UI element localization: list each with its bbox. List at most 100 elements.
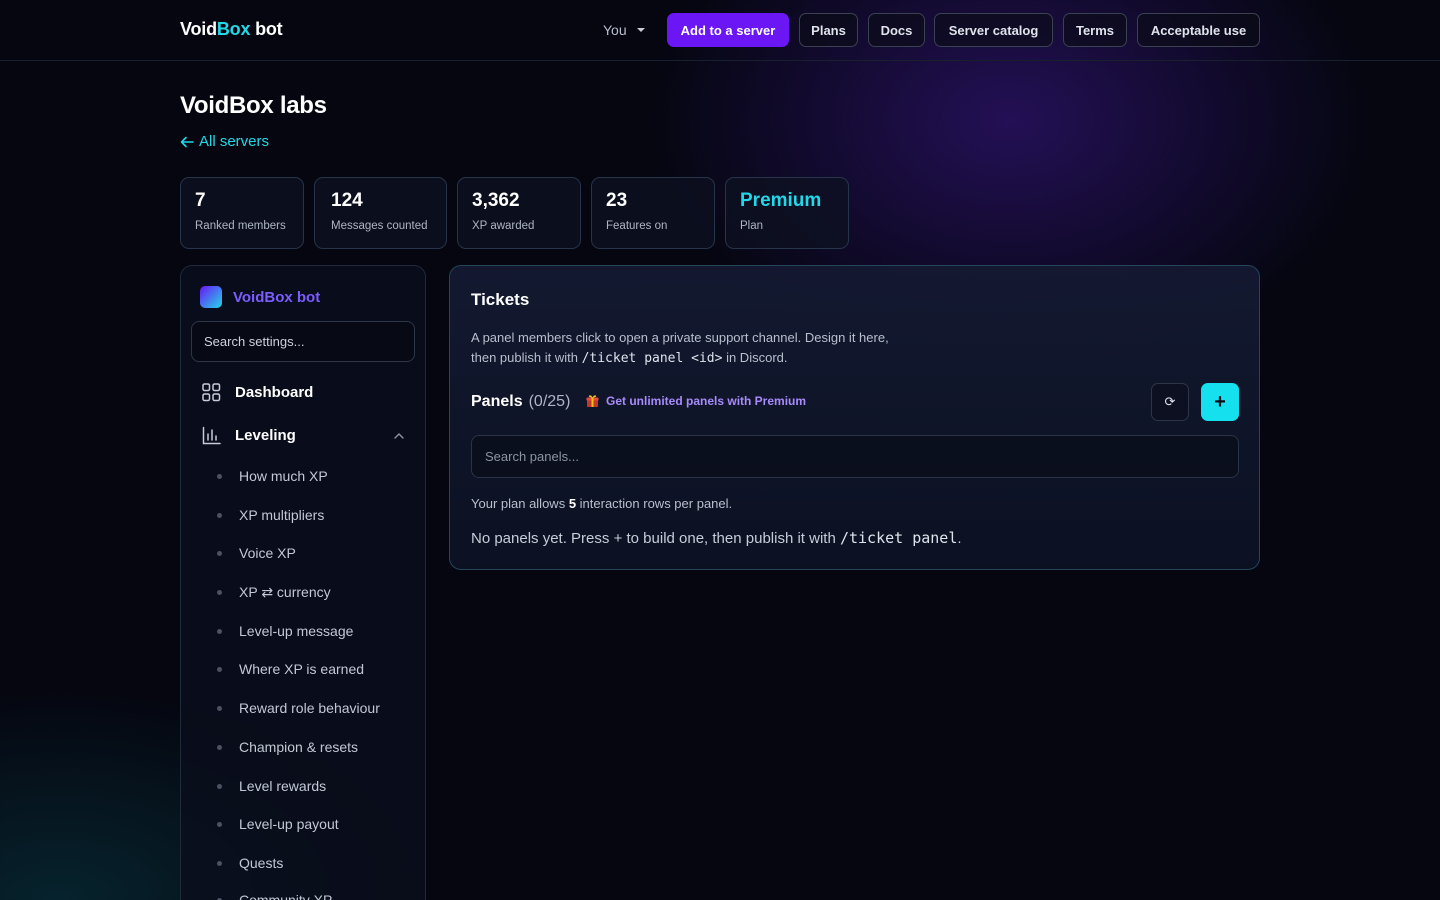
empty-state-text: No panels yet. Press + to build one, the… — [471, 529, 962, 547]
terms-button[interactable]: Terms — [1063, 13, 1127, 47]
tickets-description-line-2-end: in Discord. — [722, 350, 788, 365]
panels-heading: Panels (0/25) — [471, 393, 570, 411]
stat-card-features-on: 23 Features on — [591, 177, 715, 249]
user-menu-label: You — [603, 22, 627, 38]
bot-logo-icon — [200, 286, 222, 308]
bullet-dot — [217, 860, 222, 866]
stat-label: Messages counted — [331, 220, 428, 232]
bullet-dot — [217, 666, 222, 672]
plan-value: Premium — [740, 190, 822, 211]
stat-label: Features on — [606, 220, 668, 232]
acceptable-use-button[interactable]: Acceptable use — [1137, 13, 1260, 47]
sidebar-subitem-xp-currency[interactable]: XP ⇄ currency — [217, 584, 331, 601]
bullet-dot — [217, 473, 222, 479]
sidebar-subitem-label: Level-up payout — [239, 816, 339, 832]
bullet-dot — [217, 783, 222, 789]
brand-logo[interactable]: VoidBox bot — [180, 19, 283, 40]
bullet-dot — [217, 705, 222, 711]
sidebar-item-label: Dashboard — [235, 384, 314, 401]
sidebar-subitem-reward-role-behaviour[interactable]: Reward role behaviour — [217, 700, 380, 716]
gift-icon — [586, 395, 599, 407]
sidebar-subitem-champion-resets[interactable]: Champion & resets — [217, 739, 358, 755]
sidebar-subitem-quests[interactable]: Quests — [217, 855, 283, 871]
stat-value: 7 — [195, 190, 206, 211]
brand-box: Box — [216, 19, 251, 39]
stat-label: XP awarded — [472, 220, 535, 232]
tickets-card: Tickets A panel members click to open a … — [449, 265, 1260, 570]
plan-limit-text: Your plan allows 5 interaction rows per … — [471, 496, 732, 511]
sidebar-item-label: Leveling — [235, 427, 296, 444]
server-catalog-button[interactable]: Server catalog — [934, 13, 1053, 47]
docs-button[interactable]: Docs — [868, 13, 925, 47]
sidebar-subitem-label: Voice XP — [239, 545, 296, 561]
panels-count: (0/25) — [528, 393, 571, 410]
sidebar-subitem-level-up-payout[interactable]: Level-up payout — [217, 816, 339, 832]
sidebar-subitem-level-up-message[interactable]: Level-up message — [217, 623, 353, 639]
panels-label: Panels — [471, 393, 523, 410]
brand-void: Void — [180, 19, 217, 39]
stat-card-xp-awarded: 3,362 XP awarded — [457, 177, 581, 249]
search-panels-input[interactable]: Search panels... — [471, 435, 1239, 478]
bullet-dot — [217, 590, 222, 595]
sidebar-subitem-label: How much XP — [239, 468, 328, 484]
brand-bot: bot — [250, 19, 283, 39]
sidebar-item-leveling[interactable]: Leveling — [202, 426, 296, 445]
sidebar-item-dashboard[interactable]: Dashboard — [202, 383, 313, 402]
plus-icon: + — [1214, 390, 1226, 413]
stat-value: 124 — [331, 190, 363, 211]
plan-limit-rows: 5 — [568, 496, 577, 511]
tickets-title: Tickets — [471, 290, 530, 309]
sidebar-subitem-label: XP multipliers — [239, 507, 325, 523]
plans-button[interactable]: Plans — [799, 13, 858, 47]
tickets-description-line-2: then publish it with — [471, 350, 582, 365]
bullet-dot — [217, 628, 222, 634]
premium-upsell-link[interactable]: Get unlimited panels with Premium — [585, 393, 806, 408]
plan-limit-suffix: interaction rows per panel. — [576, 496, 733, 511]
all-servers-label: All servers — [199, 133, 270, 150]
sidebar-brand-label: VoidBox bot — [233, 288, 321, 306]
tickets-description-line-1: A panel members click to open a private … — [471, 330, 889, 345]
ticket-panel-command: /ticket panel <id> — [581, 351, 723, 366]
sidebar-subitem-label: Where XP is earned — [239, 661, 365, 677]
settings-sidebar: VoidBox bot Search settings... Dashboard… — [180, 265, 426, 900]
sidebar-subitem-level-rewards[interactable]: Level rewards — [217, 778, 326, 794]
search-settings-input[interactable]: Search settings... — [191, 321, 415, 362]
all-servers-link[interactable]: All servers — [180, 133, 269, 150]
sidebar-subitem-how-much-xp[interactable]: How much XP — [217, 468, 328, 484]
sidebar-subitem-voice-xp[interactable]: Voice XP — [217, 545, 296, 561]
empty-state-suffix: . — [957, 530, 962, 547]
grid-icon — [202, 383, 221, 402]
plan-limit-prefix: Your plan allows — [471, 496, 569, 511]
add-panel-button[interactable]: + — [1201, 383, 1239, 421]
tickets-description: A panel members click to open a private … — [471, 328, 931, 369]
sidebar-subitem-community-xp[interactable]: Community XP — [217, 892, 332, 900]
sidebar-subitem-label: Level rewards — [239, 778, 327, 794]
stat-card-messages-counted: 124 Messages counted — [314, 177, 447, 249]
user-menu[interactable]: You — [603, 22, 645, 38]
bullet-dot — [217, 512, 222, 518]
refresh-button[interactable]: ⟳ — [1151, 383, 1189, 421]
empty-state-prefix: No panels yet. Press + to build one, the… — [471, 530, 840, 547]
premium-upsell-label: Get unlimited panels with Premium — [606, 393, 807, 408]
add-to-server-button[interactable]: Add to a server — [667, 13, 789, 47]
bar-chart-icon — [202, 426, 221, 445]
sidebar-subitem-where-xp-earned[interactable]: Where XP is earned — [217, 661, 364, 677]
sidebar-subitem-label: Reward role behaviour — [239, 700, 380, 716]
ticket-panel-command: /ticket panel — [839, 529, 958, 547]
chevron-up-icon[interactable] — [394, 433, 404, 439]
bullet-dot — [217, 550, 222, 556]
sidebar-subitem-label: Champion & resets — [239, 739, 359, 755]
bullet-dot — [217, 744, 222, 750]
sidebar-subitem-label: XP ⇄ currency — [239, 584, 331, 600]
sidebar-subitem-xp-multipliers[interactable]: XP multipliers — [217, 507, 324, 523]
stat-value: 23 — [606, 190, 628, 211]
sidebar-subitem-label: Quests — [239, 855, 284, 871]
sidebar-brand: VoidBox bot — [200, 286, 320, 308]
bullet-dot — [217, 821, 222, 827]
arrow-left-icon — [180, 136, 194, 147]
chevron-down-icon — [636, 28, 645, 32]
top-nav: VoidBox bot You Add to a server Plans Do… — [0, 0, 1440, 61]
stat-label: Plan — [740, 220, 764, 232]
refresh-icon: ⟳ — [1164, 394, 1176, 409]
sidebar-subitem-label: Community XP — [239, 892, 333, 900]
